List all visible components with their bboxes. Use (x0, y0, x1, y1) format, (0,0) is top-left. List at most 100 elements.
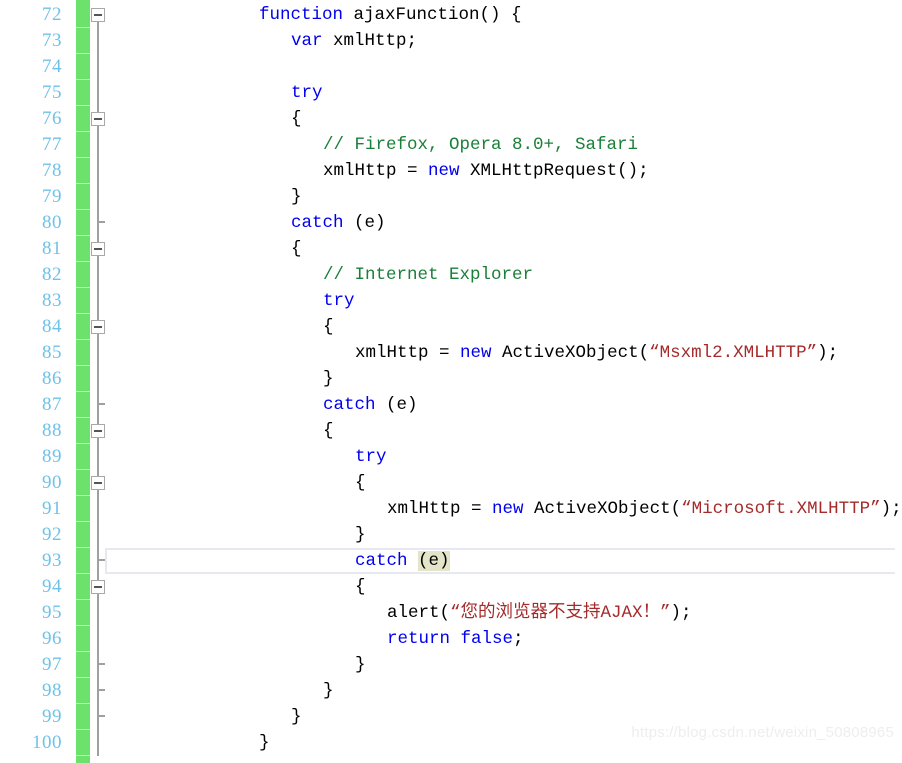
fold-guide-line (97, 600, 99, 626)
fold-guide-line (97, 678, 99, 704)
code-line-text: } (105, 184, 302, 210)
code-line[interactable]: { (105, 470, 902, 496)
code-token-plain: } (355, 655, 366, 675)
code-token-plain: ajaxFunction() { (343, 5, 522, 25)
code-line-text: return false; (105, 626, 524, 652)
code-line[interactable]: catch (e) (105, 210, 902, 236)
line-number: 84 (42, 316, 62, 337)
code-line-text: { (105, 470, 366, 496)
line-number: 95 (42, 602, 62, 623)
editor-gutter: 72 73 74 75 76 77 78 79 80 81 82 83 84 85 86 87 88 89 90 91… (0, 0, 105, 763)
code-token-plain: } (291, 187, 302, 207)
code-line-text: try (105, 444, 387, 470)
line-number: 85 (42, 342, 62, 363)
line-number: 81 (42, 238, 62, 259)
fold-collapse-icon[interactable] (91, 112, 105, 126)
code-line-text: function ajaxFunction() { (105, 2, 522, 28)
change-bar-segment (76, 287, 90, 288)
fold-guide-line (97, 626, 99, 652)
code-line-text: } (105, 678, 334, 704)
line-number: 98 (42, 680, 62, 701)
code-token-plain: ActiveXObject( (491, 343, 650, 363)
code-line[interactable]: try (105, 288, 902, 314)
code-token-cmt: // Firefox, Opera 8.0+, Safari (323, 135, 639, 155)
code-line[interactable]: { (105, 418, 902, 444)
code-line[interactable]: { (105, 106, 902, 132)
fold-collapse-icon[interactable] (91, 8, 105, 22)
code-line-text: { (105, 106, 302, 132)
code-line[interactable]: // Internet Explorer (105, 262, 902, 288)
code-line[interactable]: catch (e) (105, 392, 902, 418)
code-line[interactable]: } (105, 184, 902, 210)
code-token-plain: { (291, 109, 302, 129)
line-number: 91 (42, 498, 62, 519)
code-token-plain: { (355, 473, 366, 493)
code-content-area[interactable]: function ajaxFunction() {var xmlHttp; try… (105, 0, 902, 763)
code-token-plain: ActiveXObject( (523, 499, 682, 519)
line-number: 92 (42, 524, 62, 545)
fold-region-end-tick (97, 663, 105, 665)
code-token-kw: false (460, 629, 514, 649)
change-bar-segment (76, 443, 90, 444)
code-line-text: } (105, 730, 270, 756)
fold-guide-line (97, 184, 99, 210)
fold-collapse-icon[interactable] (91, 320, 105, 334)
line-number: 99 (42, 706, 62, 727)
code-token-plain: xmlHttp = (323, 161, 429, 181)
code-token-plain: } (323, 369, 334, 389)
code-line[interactable]: catch (e) (105, 548, 902, 574)
code-token-plain: (e) (375, 395, 418, 415)
code-line[interactable]: { (105, 236, 902, 262)
change-indicator-bar (76, 0, 90, 763)
code-line[interactable]: xmlHttp = new ActiveXObject(“Msxml2.XMLH… (105, 340, 902, 366)
fold-collapse-icon[interactable] (91, 424, 105, 438)
code-line[interactable]: xmlHttp = new XMLHttpRequest(); (105, 158, 902, 184)
code-line[interactable]: { (105, 314, 902, 340)
watermark-text: https://blog.csdn.net/weixin_50808965 (631, 724, 894, 741)
code-line[interactable]: function ajaxFunction() { (105, 2, 902, 28)
line-number: 86 (42, 368, 62, 389)
change-bar-segment (76, 703, 90, 704)
code-token-plain: { (355, 577, 366, 597)
fold-guide-line (97, 496, 99, 522)
change-bar-segment (76, 27, 90, 28)
code-line-text: catch (e) (105, 548, 450, 574)
fold-collapse-icon[interactable] (91, 476, 105, 490)
fold-collapse-icon[interactable] (91, 580, 105, 594)
code-line-text: alert(“您的浏览器不支持AJAX！”); (105, 600, 692, 626)
code-line[interactable]: { (105, 574, 902, 600)
code-token-kw: return (387, 629, 451, 649)
code-line[interactable]: alert(“您的浏览器不支持AJAX！”); (105, 600, 902, 626)
change-bar-segment (76, 469, 90, 470)
fold-region-end-tick (97, 559, 105, 561)
code-line-text: { (105, 418, 334, 444)
code-token-kw: new (428, 161, 460, 181)
fold-collapse-icon[interactable] (91, 242, 105, 256)
line-number: 78 (42, 160, 62, 181)
code-line[interactable]: return false; (105, 626, 902, 652)
code-line[interactable]: xmlHttp = new ActiveXObject(“Microsoft.X… (105, 496, 902, 522)
line-number: 100 (32, 732, 62, 753)
change-bar-segment (76, 313, 90, 314)
code-editor[interactable]: 72 73 74 75 76 77 78 79 80 81 82 83 84 85 86 87 88 89 90 91… (0, 0, 902, 763)
code-line-text: { (105, 236, 302, 262)
code-line[interactable]: // Firefox, Opera 8.0+, Safari (105, 132, 902, 158)
fold-guide-line (97, 574, 99, 580)
fold-region-end-tick (97, 715, 105, 717)
line-number: 83 (42, 290, 62, 311)
code-line[interactable]: try (105, 444, 902, 470)
code-line[interactable]: try (105, 80, 902, 106)
code-token-plain: } (259, 733, 270, 753)
code-line[interactable]: var xmlHttp; (105, 28, 902, 54)
code-folding-column[interactable] (90, 0, 105, 763)
code-line[interactable]: } (105, 652, 902, 678)
code-line[interactable]: } (105, 366, 902, 392)
code-line[interactable] (105, 54, 902, 80)
code-line[interactable]: } (105, 522, 902, 548)
code-line-text: // Internet Explorer (105, 262, 533, 288)
fold-guide-line (97, 314, 99, 320)
fold-guide-line (97, 262, 99, 288)
change-bar-segment (76, 625, 90, 626)
code-line[interactable]: } (105, 678, 902, 704)
